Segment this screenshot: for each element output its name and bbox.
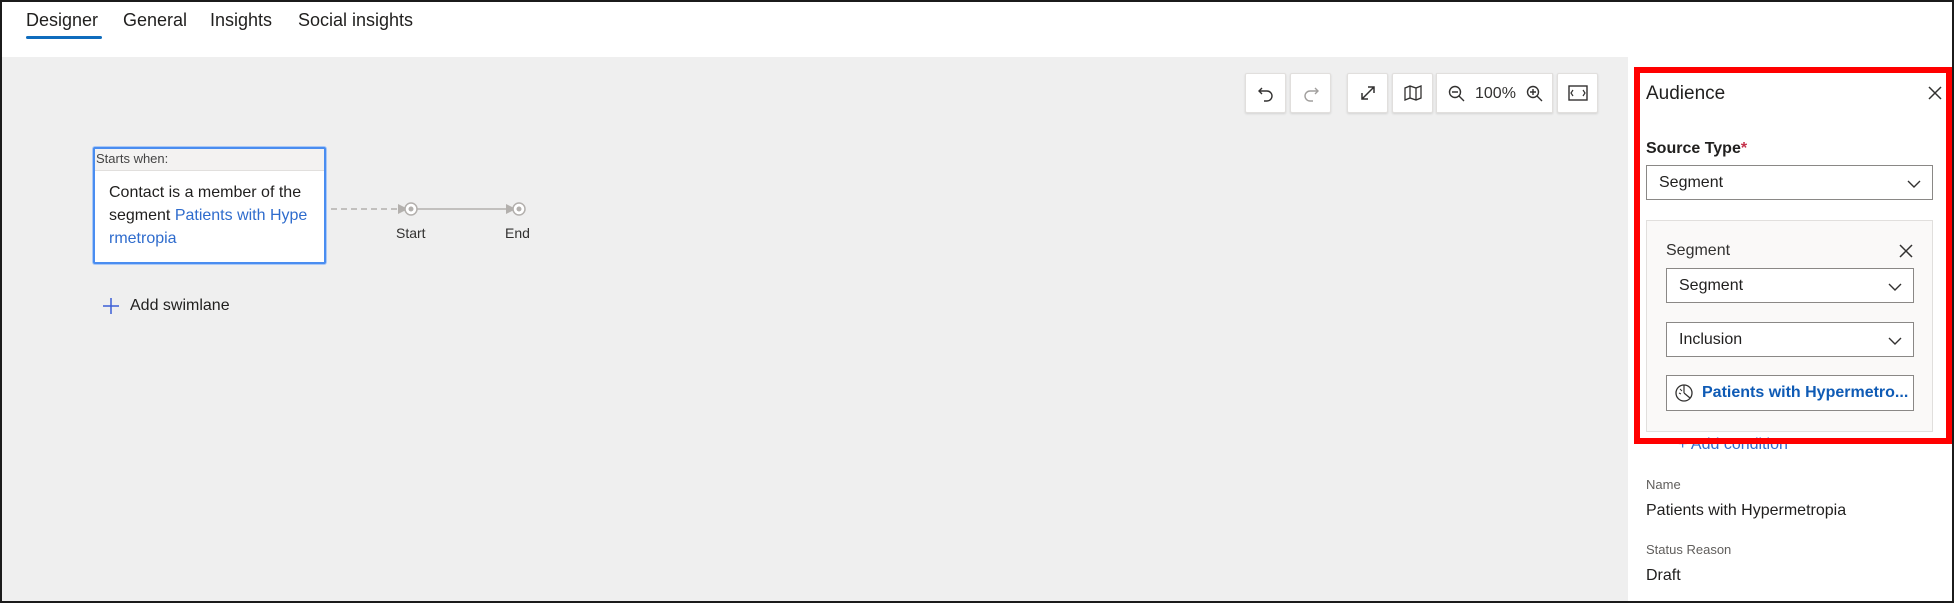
trigger-description: Contact is a member of the segment Patie… (95, 171, 324, 250)
tab-designer[interactable]: Designer (26, 10, 98, 31)
plus-icon (103, 298, 119, 314)
zoom-out-icon[interactable] (1447, 84, 1467, 104)
zoom-in-icon[interactable] (1525, 84, 1545, 104)
starts-when-header: Starts when: (95, 149, 324, 171)
status-reason-label: Status Reason (1646, 542, 1732, 557)
undo-button[interactable] (1245, 73, 1286, 113)
tab-general[interactable]: General (123, 10, 187, 31)
name-label: Name (1646, 477, 1681, 492)
redo-button[interactable] (1290, 73, 1331, 113)
active-tab-indicator (26, 36, 102, 39)
zoom-level: 100% (1475, 85, 1516, 102)
tab-social-insights[interactable]: Social insights (298, 10, 413, 31)
minimap-button[interactable] (1392, 73, 1433, 113)
start-node-label: Start (396, 225, 426, 241)
journey-flow-connector (331, 202, 526, 216)
journey-canvas[interactable]: 100% Starts when: Contact is a member of… (2, 57, 1628, 601)
add-swimlane-button[interactable]: Add swimlane (102, 297, 230, 315)
end-node-label: End (505, 225, 530, 241)
fit-to-screen-button[interactable] (1557, 73, 1598, 113)
fit-screen-icon (1567, 85, 1588, 101)
add-swimlane-label: Add swimlane (130, 297, 230, 314)
redo-icon (1303, 87, 1319, 102)
status-reason-value: Draft (1646, 567, 1681, 584)
expand-button[interactable] (1347, 73, 1388, 113)
segment-link-continued[interactable]: rmetropia (109, 230, 177, 247)
starts-when-tile[interactable]: Starts when: Contact is a member of the … (93, 147, 326, 264)
tab-insights[interactable]: Insights (210, 10, 272, 31)
expand-icon (1360, 86, 1375, 100)
name-value: Patients with Hypermetropia (1646, 502, 1847, 519)
segment-link[interactable]: Patients with Hype (175, 207, 308, 224)
undo-icon (1257, 87, 1273, 102)
highlight-box (1634, 67, 1952, 444)
zoom-control: 100% (1436, 73, 1553, 113)
tab-bar: Designer General Insights Social insight… (2, 2, 1952, 57)
map-icon (1403, 85, 1422, 101)
